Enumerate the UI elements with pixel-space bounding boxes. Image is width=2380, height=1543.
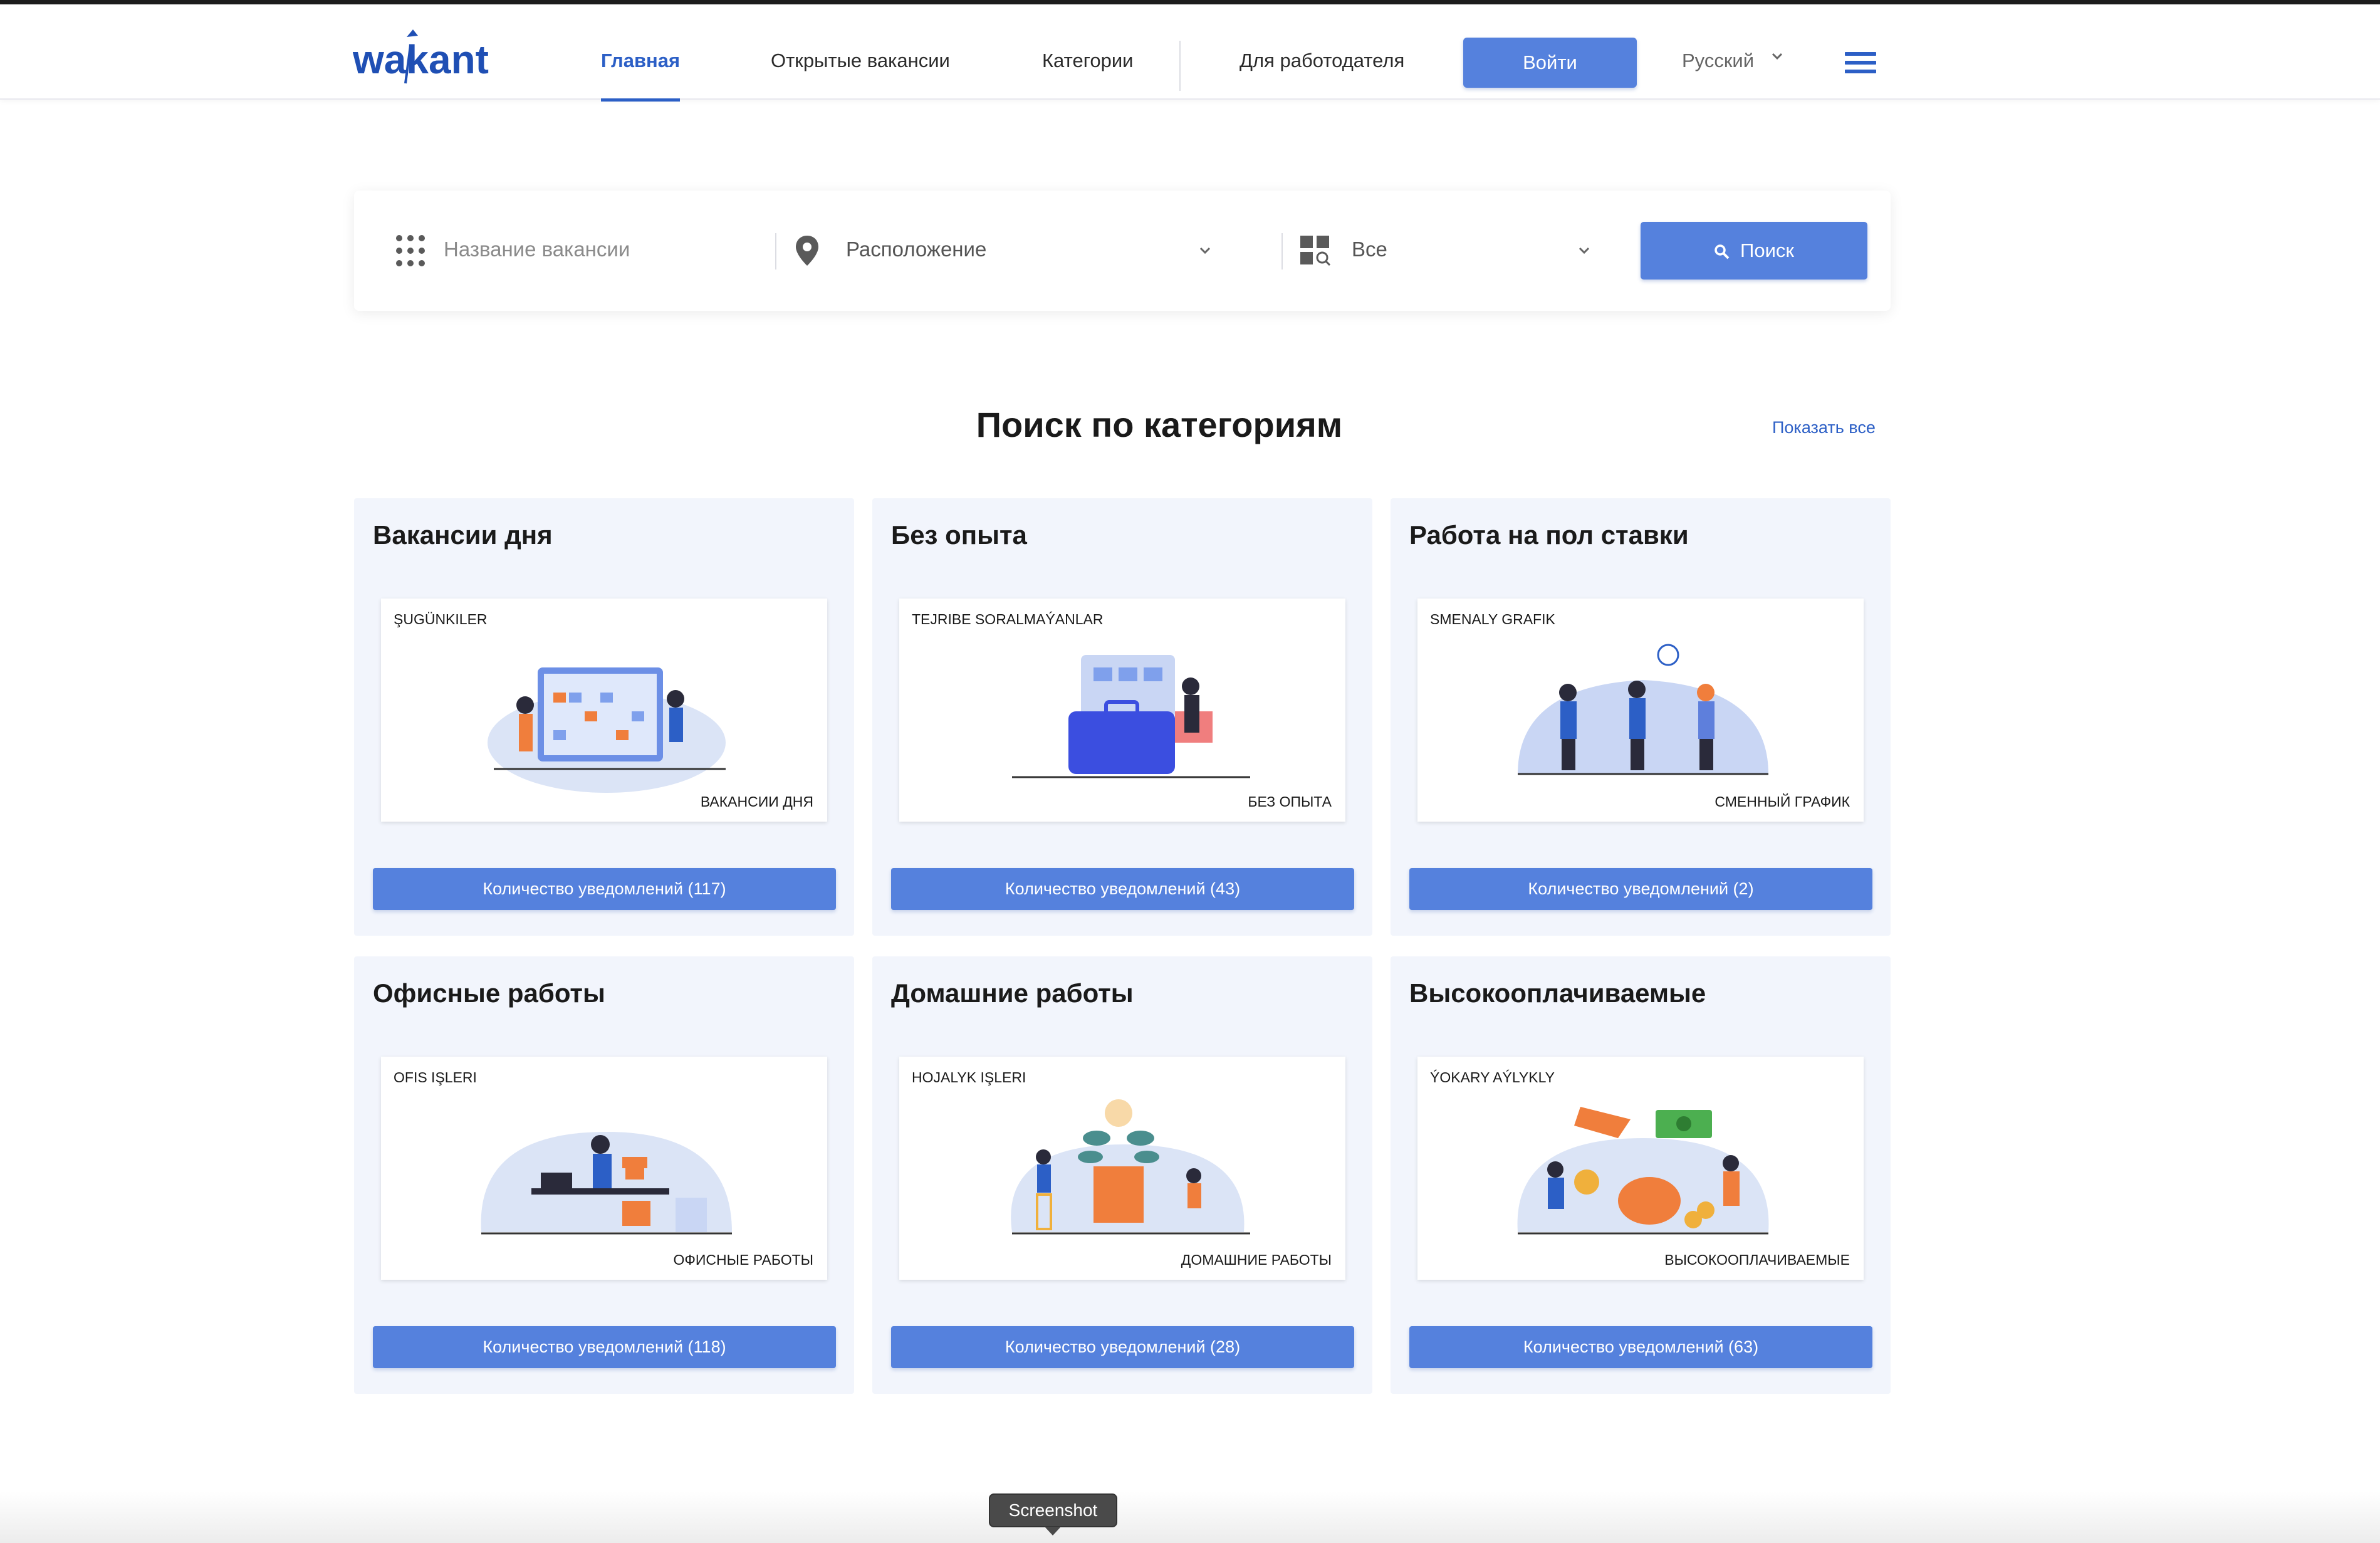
- card-title: Высокооплачиваемые: [1409, 978, 1706, 1008]
- location-select[interactable]: Расположение: [846, 238, 986, 261]
- image-caption-top: ŞUGÜNKILER: [394, 611, 488, 627]
- site-header: wakant Главная Открытые вакансии Категор…: [0, 4, 2380, 102]
- show-all-link[interactable]: Показать все: [1772, 418, 1876, 437]
- office-illustration: [481, 1132, 732, 1235]
- logo-text: wakant: [353, 37, 489, 82]
- card-title: Работа на пол ставки: [1409, 520, 1689, 550]
- notifications-count-button[interactable]: Количество уведомлений (28): [891, 1326, 1354, 1368]
- briefcase-illustration: [1012, 655, 1250, 778]
- image-caption-top: SMENALY GRAFIK: [1430, 611, 1555, 627]
- card-title: Вакансии дня: [373, 520, 553, 550]
- card-image[interactable]: ŞUGÜNKILER ВАКАНСИИ ДНЯ: [381, 599, 827, 822]
- category-card[interactable]: Высокооплачиваемые ÝOKARY AÝLYKLY ВЫСОКО…: [1391, 956, 1891, 1394]
- image-caption-bottom: ДОМАШНИЕ РАБОТЫ: [1181, 1252, 1332, 1268]
- image-caption-bottom: ВАКАНСИИ ДНЯ: [700, 793, 813, 810]
- notifications-count-button[interactable]: Количество уведомлений (117): [373, 868, 836, 910]
- chevron-down-icon[interactable]: [1198, 246, 1212, 256]
- search-icon: [1715, 244, 1730, 259]
- login-button[interactable]: Войти: [1463, 38, 1637, 88]
- household-illustration: [1011, 1099, 1250, 1235]
- category-card[interactable]: Работа на пол ставки SMENALY GRAFIK СМЕН…: [1391, 498, 1891, 936]
- nav-open-vacancies[interactable]: Открытые вакансии: [771, 50, 950, 72]
- image-caption-top: TEJRIBE SORALMAÝANLAR: [912, 611, 1104, 627]
- notifications-count-button[interactable]: Количество уведомлений (63): [1409, 1326, 1872, 1368]
- search-panel: Название вакансии Расположение Все Поиск: [354, 191, 1891, 311]
- nav-active-indicator: [601, 98, 680, 102]
- vacancy-name-input[interactable]: Название вакансии: [444, 238, 630, 261]
- handshake-illustration: [1518, 644, 1768, 775]
- location-pin-icon: [796, 236, 818, 266]
- chevron-down-icon[interactable]: [1577, 246, 1591, 256]
- card-image[interactable]: SMENALY GRAFIK СМЕННЫЙ ГРАФИК: [1417, 599, 1864, 822]
- category-card[interactable]: Без опыта TEJRIBE SORALMAÝANLAR БЕЗ ОПЫТ…: [872, 498, 1372, 936]
- image-caption-bottom: БЕЗ ОПЫТА: [1248, 793, 1332, 810]
- nav-for-employer[interactable]: Для работодателя: [1240, 50, 1404, 72]
- section-title: Поиск по категориям: [976, 405, 1343, 444]
- grid-dots-icon: [396, 235, 425, 266]
- calendar-illustration: [488, 667, 726, 793]
- chevron-down-icon[interactable]: [1770, 51, 1784, 61]
- nav-divider: [1179, 41, 1181, 91]
- card-title: Офисные работы: [373, 978, 605, 1008]
- search-button-label: Поиск: [1740, 239, 1794, 261]
- menu-icon[interactable]: [1845, 52, 1876, 76]
- category-grid-icon: [1300, 236, 1330, 266]
- card-image[interactable]: TEJRIBE SORALMAÝANLAR БЕЗ ОПЫТА: [899, 599, 1345, 822]
- image-caption-bottom: ОФИСНЫЕ РАБОТЫ: [673, 1252, 814, 1268]
- high-salary-illustration: [1517, 1107, 1769, 1235]
- card-image[interactable]: OFIS IŞLERI ОФИСНЫЕ РАБОТЫ: [381, 1057, 827, 1280]
- image-caption-top: HOJALYK IŞLERI: [912, 1069, 1026, 1085]
- search-divider: [775, 233, 776, 269]
- category-card[interactable]: Офисные работы OFIS IŞLERI ОФИСНЫЕ РАБОТ…: [354, 956, 854, 1394]
- image-caption-top: OFIS IŞLERI: [394, 1069, 477, 1085]
- category-select[interactable]: Все: [1352, 238, 1387, 261]
- card-image[interactable]: HOJALYK IŞLERI ДОМАШНИЕ РАБОТЫ: [899, 1057, 1345, 1280]
- image-caption-top: ÝOKARY AÝLYKLY: [1430, 1069, 1555, 1085]
- tooltip-arrow: [1045, 1527, 1061, 1535]
- search-button[interactable]: Поиск: [1641, 222, 1867, 280]
- card-title: Домашние работы: [891, 978, 1134, 1008]
- card-image[interactable]: ÝOKARY AÝLYKLY ВЫСОКООПЛАЧИВАЕМЫЕ: [1417, 1057, 1864, 1280]
- category-card[interactable]: Вакансии дня ŞUGÜNKILER ВАКАНСИИ ДНЯ Кол…: [354, 498, 854, 936]
- notifications-count-button[interactable]: Количество уведомлений (2): [1409, 868, 1872, 910]
- image-caption-bottom: ВЫСОКООПЛАЧИВАЕМЫЕ: [1664, 1252, 1850, 1268]
- window-top-edge: [0, 0, 2380, 4]
- nav-home[interactable]: Главная: [601, 50, 680, 72]
- category-card[interactable]: Домашние работы HOJALYK IŞLERI ДОМАШНИЕ …: [872, 956, 1372, 1394]
- image-caption-bottom: СМЕННЫЙ ГРАФИК: [1715, 793, 1850, 810]
- notifications-count-button[interactable]: Количество уведомлений (43): [891, 868, 1354, 910]
- wakant-logo[interactable]: wakant: [353, 23, 513, 92]
- card-title: Без опыта: [891, 520, 1027, 550]
- screenshot-tooltip: Screenshot: [989, 1493, 1117, 1527]
- nav-categories[interactable]: Категории: [1042, 50, 1133, 72]
- page-bottom-fade: [0, 1492, 2380, 1543]
- language-select[interactable]: Русский: [1682, 50, 1754, 72]
- notifications-count-button[interactable]: Количество уведомлений (118): [373, 1326, 836, 1368]
- search-divider: [1281, 233, 1283, 269]
